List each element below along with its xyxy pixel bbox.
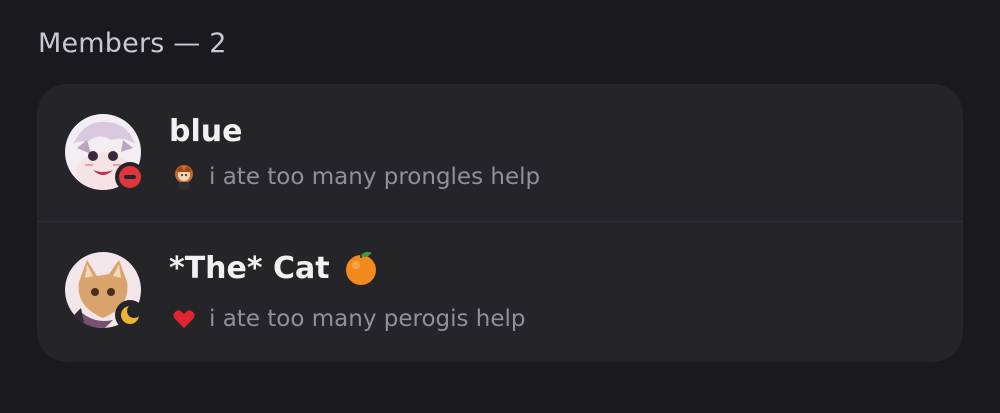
orange-fruit-icon <box>342 249 380 287</box>
member-custom-status: i ate too many perogis help <box>169 304 526 334</box>
member-name[interactable]: *The* Cat <box>169 249 380 287</box>
member-avatar-wrap[interactable] <box>65 252 145 330</box>
status-indicator <box>115 300 145 330</box>
member-name[interactable]: blue <box>169 114 242 149</box>
member-avatar-wrap[interactable] <box>65 114 145 192</box>
member-row-the-cat[interactable]: *The* Cat i ate too many perogis help <box>37 222 963 360</box>
members-panel: Members — 2 blue i ate too many prongles… <box>0 0 1000 413</box>
member-status-text: i ate too many perogis help <box>209 306 526 332</box>
member-name-text: blue <box>169 114 243 149</box>
idle-moon-icon <box>121 304 141 324</box>
member-row-blue[interactable]: blue i ate too many prongles help <box>37 84 963 222</box>
members-section-title: Members — 2 <box>38 28 227 59</box>
do-not-disturb-icon <box>119 166 141 188</box>
chibi-character-icon <box>169 162 199 192</box>
member-name-text: *The* Cat <box>169 250 330 286</box>
red-heart-icon <box>169 304 199 334</box>
member-status-text: i ate too many prongles help <box>209 164 541 190</box>
member-custom-status: i ate too many prongles help <box>169 162 540 192</box>
members-card: blue i ate too many prongles help *The* … <box>37 84 963 362</box>
status-indicator <box>115 162 145 192</box>
